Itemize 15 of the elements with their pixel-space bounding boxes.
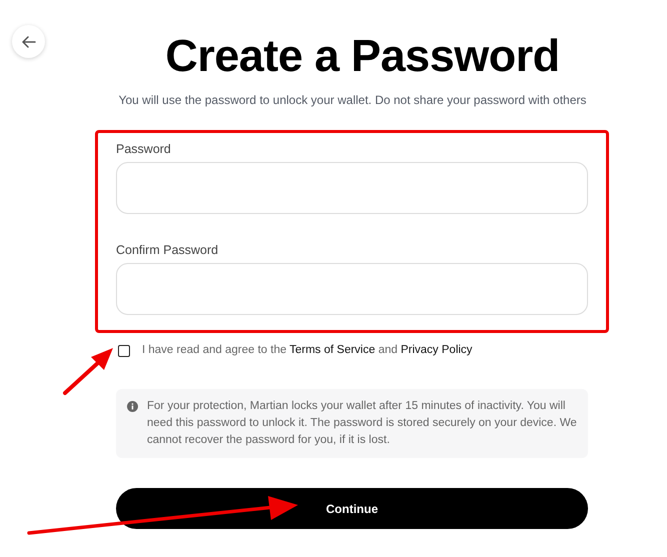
back-button[interactable] <box>12 25 45 58</box>
field-label: Confirm Password <box>116 242 220 258</box>
continue-button[interactable]: Continue <box>116 488 588 530</box>
notice-text: For your protection, Martian locks your wallet after 15 minutes of inactivity. You will need this password to unlock it. The password is stored securely on your device. We cannot recover the password for you, if it is lost. <box>147 399 578 448</box>
privacy-link[interactable]: Privacy Policy <box>400 344 472 356</box>
field-label: Password <box>116 141 172 157</box>
back-arrow-icon <box>22 34 36 48</box>
terms-link[interactable]: Terms of Service <box>290 344 376 356</box>
password-field[interactable] <box>116 162 588 214</box>
info-icon <box>127 401 138 412</box>
password-field[interactable] <box>116 263 588 315</box>
page-title: Create a Password <box>165 30 560 82</box>
page-subtitle: You will use the password to unlock your wallet. Do not share your password with others <box>118 92 586 109</box>
agreement-text: I have read and agree to the Terms of Service and Privacy Policy <box>142 343 472 358</box>
agree-checkbox[interactable] <box>118 344 130 357</box>
